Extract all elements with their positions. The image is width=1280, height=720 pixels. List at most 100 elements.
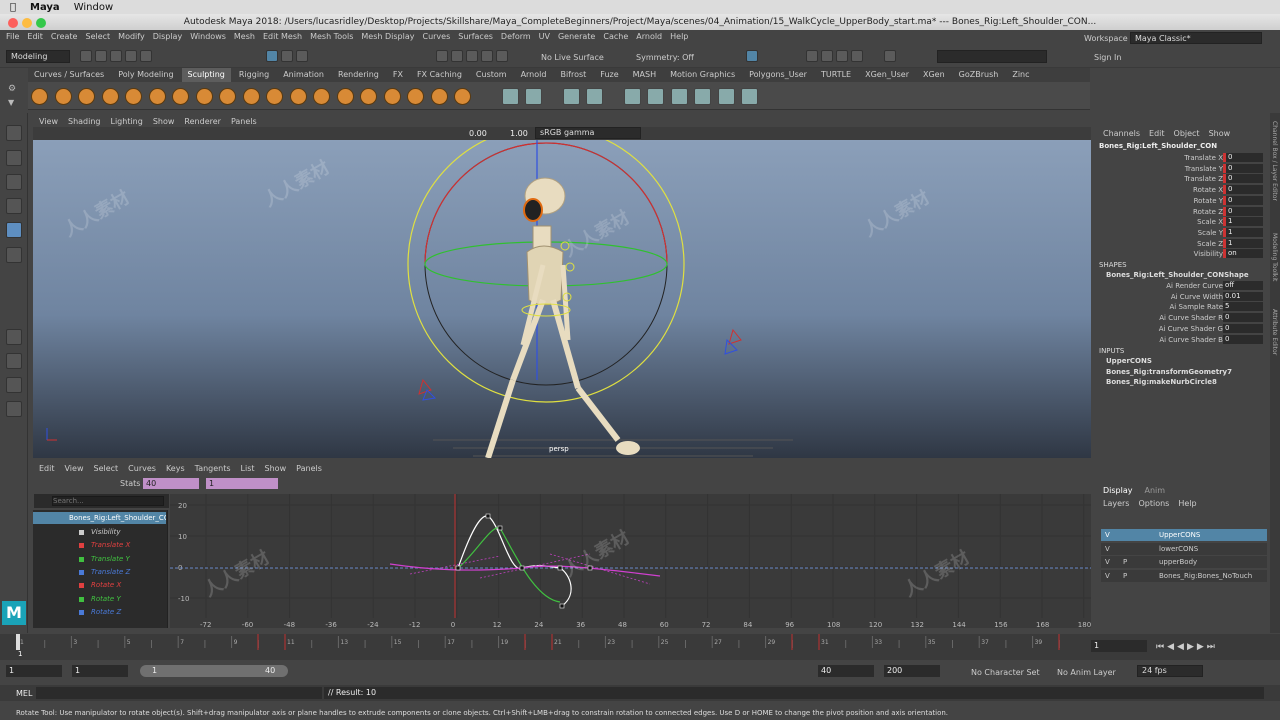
shape-attr-row[interactable]: Ai Curve Width 0.01 — [1097, 291, 1269, 302]
shape-attr-value[interactable]: 0 — [1223, 323, 1263, 333]
layer-row[interactable]: V UpperCONS — [1101, 529, 1267, 541]
outliner-attr-row[interactable]: Translate X — [33, 539, 166, 552]
playback-start-field[interactable]: 1 — [72, 665, 128, 677]
layer-row[interactable]: V PupperBody — [1101, 556, 1267, 568]
shelf-tab-mash[interactable]: MASH — [627, 68, 662, 82]
menu-edit[interactable]: Edit — [27, 32, 43, 41]
shelf-tab-sculpting[interactable]: Sculpting — [181, 68, 231, 82]
shape-attr-row[interactable]: Ai Render Curve off — [1097, 281, 1269, 291]
shelf-tab-rendering[interactable]: Rendering — [332, 68, 385, 82]
skeleton-rig[interactable] — [485, 177, 640, 458]
outliner-search-input[interactable] — [52, 496, 164, 506]
menu-select[interactable]: Select — [85, 32, 110, 41]
foamy-brush-icon[interactable] — [172, 88, 189, 105]
minimize-icon[interactable] — [22, 18, 32, 28]
graph-menu-edit[interactable]: Edit — [39, 464, 55, 473]
menu-help[interactable]: Help — [670, 32, 688, 41]
wax-brush-icon[interactable] — [266, 88, 283, 105]
graph-menu-view[interactable]: View — [65, 464, 84, 473]
menu-file[interactable]: File — [6, 32, 19, 41]
graph-menu-show[interactable]: Show — [265, 464, 287, 473]
extract-brush-icon[interactable] — [694, 88, 711, 105]
shape-attr-value[interactable]: 0.01 — [1223, 291, 1263, 301]
layer-menu-help[interactable]: Help — [1178, 499, 1196, 508]
snap-view-plane-icon[interactable] — [481, 50, 493, 62]
shelf-tab-bifrost[interactable]: Bifrost — [554, 68, 592, 82]
unfreeze-brush-icon[interactable] — [501, 88, 519, 105]
mac-window-menu[interactable]: Window — [74, 2, 113, 13]
anim-end-field[interactable]: 200 — [884, 665, 940, 677]
maximize-icon[interactable] — [36, 18, 46, 28]
input-line-field[interactable] — [937, 50, 1047, 63]
save-scene-icon[interactable] — [110, 50, 122, 62]
perspective-viewport[interactable]: persp — [33, 140, 1091, 458]
input-node[interactable]: Bones_Rig:transformGeometry7 — [1106, 368, 1232, 376]
channel-menu-edit[interactable]: Edit — [1149, 129, 1165, 138]
shelf-tab-gozbrush[interactable]: GoZBrush — [953, 68, 1005, 82]
layer-visibility-toggle[interactable]: V — [1105, 570, 1110, 582]
layer-visibility-toggle[interactable]: V — [1105, 543, 1110, 555]
keyframe[interactable] — [559, 603, 565, 609]
channel-menu-show[interactable]: Show — [1209, 129, 1231, 138]
channel-row-translate-x[interactable]: Translate X0 — [1097, 153, 1269, 163]
viewport-menu-shading[interactable]: Shading — [68, 117, 101, 126]
outliner-attr-row[interactable]: Rotate Y — [33, 593, 166, 606]
single-view-layout-icon[interactable] — [6, 329, 22, 345]
show-frozen-brush-icon[interactable] — [562, 88, 580, 105]
outliner-attr-row[interactable]: Rotate Z — [33, 606, 166, 619]
history-icon[interactable] — [746, 50, 758, 62]
outliner-attr-row[interactable]: Translate Y — [33, 553, 166, 566]
channel-value[interactable]: 0 — [1223, 153, 1263, 162]
shelf-tab-polygons-user[interactable]: Polygons_User — [743, 68, 813, 82]
layer-visibility-toggle[interactable]: V — [1105, 556, 1110, 568]
shelf-tab-xgen-user[interactable]: XGen_User — [859, 68, 915, 82]
scale-tool-icon[interactable] — [6, 247, 22, 263]
character-set-label[interactable]: No Character Set — [971, 668, 1040, 677]
outliner-attr-row[interactable]: Rotate X — [33, 579, 166, 592]
outliner-attr-row[interactable]: Translate Z — [33, 566, 166, 579]
viewport-menu-renderer[interactable]: Renderer — [184, 117, 221, 126]
snap-curve-icon[interactable] — [451, 50, 463, 62]
keyframe[interactable] — [455, 565, 461, 571]
shape-attr-row[interactable]: Ai Sample Rate 5 — [1097, 302, 1269, 312]
menu-arnold[interactable]: Arnold — [636, 32, 662, 41]
channel-row-rotate-z[interactable]: Rotate Z0 — [1097, 206, 1269, 217]
snap-grid-icon[interactable] — [436, 50, 448, 62]
flatten-brush-icon[interactable] — [148, 88, 166, 105]
shape-attr-value[interactable]: 0 — [1223, 334, 1263, 344]
live-surface-label[interactable]: No Live Surface — [541, 53, 604, 62]
hypershade-icon[interactable] — [851, 50, 863, 62]
outliner-layout-icon[interactable] — [6, 401, 22, 417]
pinch-brush-icon[interactable] — [125, 88, 142, 105]
curve-rotate-y[interactable] — [457, 527, 561, 603]
open-scene-icon[interactable] — [95, 50, 107, 62]
graph-menu-list[interactable]: List — [241, 464, 255, 473]
channel-menu-channels[interactable]: Channels — [1103, 129, 1140, 138]
transfer-brush-icon[interactable] — [647, 88, 664, 105]
fill-brush-icon[interactable] — [313, 88, 330, 105]
channel-row-rotate-x[interactable]: Rotate X0 — [1097, 185, 1269, 195]
graph-menu-tangents[interactable]: Tangents — [195, 464, 231, 473]
gamma-value[interactable]: 1.00 — [510, 129, 528, 138]
select-hierarchy-icon[interactable] — [266, 50, 278, 62]
layer-tab-anim[interactable]: Anim — [1145, 486, 1166, 495]
channel-row-scale-x[interactable]: Scale X1 — [1097, 217, 1269, 227]
bake-brush-icon[interactable] — [670, 88, 688, 105]
relax-brush-icon[interactable] — [78, 88, 95, 105]
four-view-layout-icon[interactable] — [6, 353, 22, 369]
channel-value[interactable]: 1 — [1223, 238, 1263, 248]
scrape-brush-icon[interactable] — [289, 88, 307, 105]
channel-value[interactable]: 0 — [1223, 206, 1263, 216]
pause-icon[interactable] — [884, 50, 896, 62]
command-input[interactable] — [36, 687, 322, 699]
shelf-tab-fx[interactable]: FX — [387, 68, 409, 82]
render-settings-icon[interactable] — [836, 50, 848, 62]
move-tool-icon[interactable] — [6, 198, 22, 214]
grab-brush-icon[interactable] — [101, 88, 119, 105]
invert-freeze-brush-icon[interactable] — [525, 88, 542, 105]
shelf-tab-poly-modeling[interactable]: Poly Modeling — [112, 68, 179, 82]
layer-row[interactable]: V P Bones_Rig:Bones_NoTouch — [1101, 569, 1267, 582]
channel-row-rotate-y[interactable]: Rotate Y0 — [1097, 195, 1269, 206]
sign-in-label[interactable]: Sign In — [1094, 53, 1121, 62]
shape-attr-row[interactable]: Ai Curve Shader G0 — [1097, 323, 1269, 334]
